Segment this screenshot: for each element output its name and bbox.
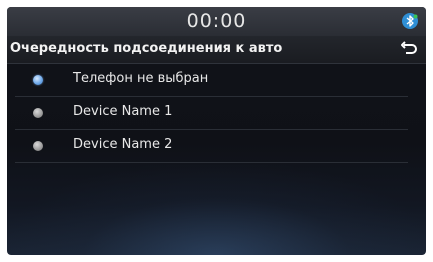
list-item-label: Device Name 1 [73,104,173,119]
radio-unselected-icon[interactable] [33,108,43,118]
device-priority-list: Телефон не выбран Device Name 1 Device N… [7,64,426,163]
list-item[interactable]: Device Name 1 [15,97,408,130]
background-glow [7,165,426,255]
list-item-label: Телефон не выбран [73,71,209,86]
back-arrow-icon[interactable] [400,41,418,57]
bluetooth-icon [402,13,418,29]
list-item[interactable]: Device Name 2 [15,130,408,163]
page-title: Очередность подсоединения к авто [10,41,283,56]
list-item-label: Device Name 2 [73,137,173,152]
radio-unselected-icon[interactable] [33,141,43,151]
clock: 00:00 [186,10,247,32]
head-unit-screen: 00:00 Очередность подсоединения к авто Т… [7,7,426,255]
title-bar: Очередность подсоединения к авто [7,36,426,64]
list-item[interactable]: Телефон не выбран [15,64,408,97]
status-bar: 00:00 [7,7,426,36]
radio-selected-icon[interactable] [33,75,43,85]
